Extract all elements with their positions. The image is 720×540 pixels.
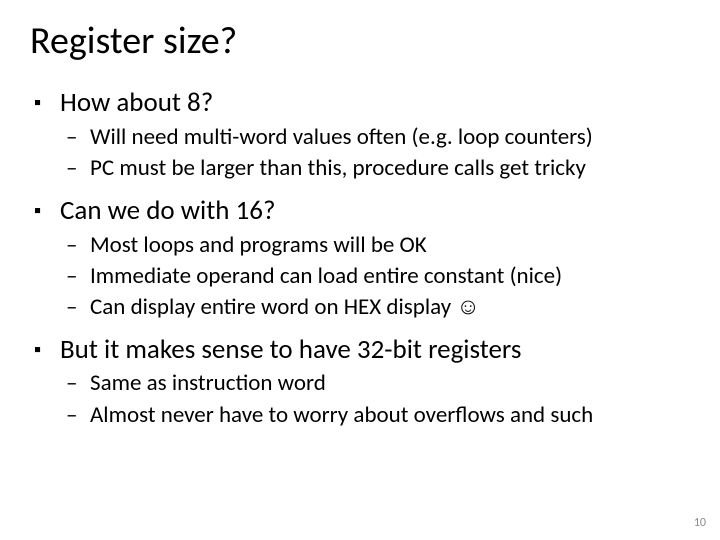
bullet-text: But it makes sense to have 32-bit regist… xyxy=(60,333,521,366)
sub-item: Can display entire word on HEX display ☺ xyxy=(60,292,690,323)
sub-text: Almost never have to worry about overflo… xyxy=(90,401,593,429)
sub-text: Most loops and programs will be OK xyxy=(90,231,427,259)
sub-list: Same as instruction word Almost never ha… xyxy=(60,368,690,430)
sub-text: Immediate operand can load entire consta… xyxy=(90,262,562,290)
slide-title: Register size? xyxy=(30,18,690,64)
sub-item: PC must be larger than this, procedure c… xyxy=(60,153,690,184)
sub-text: Same as instruction word xyxy=(90,369,326,397)
sub-item: Most loops and programs will be OK xyxy=(60,230,690,261)
sub-text: PC must be larger than this, procedure c… xyxy=(90,154,586,182)
sub-list: Will need multi-word values often (e.g. … xyxy=(60,122,690,184)
bullet-item: How about 8? Will need multi-word values… xyxy=(30,86,690,184)
bullet-text: How about 8? xyxy=(60,86,213,119)
page-number: 10 xyxy=(694,516,706,530)
bullet-item: Can we do with 16? Most loops and progra… xyxy=(30,194,690,323)
sub-text: Will need multi-word values often (e.g. … xyxy=(90,123,593,151)
sub-list: Most loops and programs will be OK Immed… xyxy=(60,230,690,323)
sub-item: Same as instruction word xyxy=(60,368,690,399)
sub-item: Immediate operand can load entire consta… xyxy=(60,261,690,292)
sub-item: Will need multi-word values often (e.g. … xyxy=(60,122,690,153)
bullet-item: But it makes sense to have 32-bit regist… xyxy=(30,333,690,431)
sub-item: Almost never have to worry about overflo… xyxy=(60,400,690,431)
bullet-list: How about 8? Will need multi-word values… xyxy=(30,86,690,431)
bullet-text: Can we do with 16? xyxy=(60,194,275,227)
slide: Register size? How about 8? Will need mu… xyxy=(0,0,720,540)
sub-text: Can display entire word on HEX display ☺ xyxy=(90,293,480,321)
